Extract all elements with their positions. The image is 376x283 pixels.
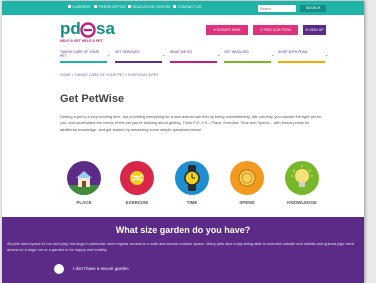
category-knowledge-label: KNOWLEDGE xyxy=(287,200,317,205)
question-body: All pets need space to run and play, but… xyxy=(7,241,354,252)
heart-icon: ♥ xyxy=(213,28,216,32)
chevron-down-icon: ⌄ xyxy=(107,52,111,57)
signup-button-label: SIGN UP xyxy=(309,28,324,32)
logo-text-right: sa xyxy=(96,19,115,38)
nav-get-involved-underline xyxy=(224,61,271,63)
nav-get-involved[interactable]: GET INVOLVED ⌄ xyxy=(224,50,274,64)
nav-what-we-do-label: WHAT WE DO xyxy=(170,50,193,54)
education-centre-link[interactable]: EDUCATION CENTRE xyxy=(128,5,171,9)
nav-what-we-do-underline xyxy=(170,61,217,63)
logo-text-left: pd xyxy=(60,19,81,38)
mail-icon: ✉ xyxy=(305,28,309,32)
time-circle[interactable] xyxy=(175,161,209,195)
logo-paw-icon xyxy=(80,22,96,38)
search-input[interactable] xyxy=(258,5,296,12)
nav-shop-label: SHOP WITH PDSA xyxy=(278,50,308,54)
question-section: What size garden do you have? All pets n… xyxy=(2,217,364,283)
donate-button-label: DONATE NOW xyxy=(216,28,241,32)
nav-vet-services-underline xyxy=(115,61,162,63)
nav-vet-services[interactable]: VET SERVICES ⌄ xyxy=(115,50,165,64)
category-place[interactable]: PLACE xyxy=(64,161,104,209)
careers-link-label[interactable]: CAREERS xyxy=(73,5,91,9)
category-exercise-label: EXERCISE xyxy=(125,200,149,205)
press-icon xyxy=(94,5,97,8)
question-title: What size garden do you have? xyxy=(115,225,251,235)
contact-us-link-label[interactable]: CONTACT US xyxy=(178,5,202,9)
coin-icon xyxy=(238,169,256,187)
chevron-down-icon: ⌄ xyxy=(271,52,275,57)
nav-taking-care[interactable]: TAKING CARE OF YOUR PET ⌄ xyxy=(60,50,110,64)
contact-icon xyxy=(173,5,176,8)
nav-taking-care-underline xyxy=(60,61,107,63)
nav-taking-care-label: TAKING CARE OF YOUR PET xyxy=(60,50,100,58)
answer-option-label[interactable]: I don't have a secure garden xyxy=(73,266,129,271)
exercise-circle[interactable] xyxy=(120,161,154,195)
spend-circle[interactable] xyxy=(230,161,264,195)
education-centre-link-label[interactable]: EDUCATION CENTRE xyxy=(133,5,171,9)
watch-icon xyxy=(184,165,200,191)
careers-icon xyxy=(68,5,71,8)
nav-shop[interactable]: SHOP WITH PDSA ⌄ xyxy=(278,50,328,64)
chevron-down-icon: ⌄ xyxy=(325,52,329,57)
lightbulb-icon xyxy=(291,165,313,187)
education-icon xyxy=(128,5,131,8)
chevron-down-icon: ⌄ xyxy=(162,52,166,57)
signup-button[interactable]: ✉ SIGN UP xyxy=(303,25,326,35)
ball-icon xyxy=(130,171,144,185)
radio-button[interactable] xyxy=(54,264,64,274)
nav-what-we-do[interactable]: WHAT WE DO ⌄ xyxy=(170,50,220,64)
donate-button[interactable]: ♥ DONATE NOW xyxy=(206,25,248,35)
find-pdsa-button-label: FIND OUR PDSA xyxy=(263,28,291,32)
chevron-down-icon: ⌄ xyxy=(217,52,221,57)
location-icon: ⚲ xyxy=(260,28,263,32)
category-time-label: TIME xyxy=(186,200,198,205)
nav-vet-services-label: VET SERVICES xyxy=(115,50,140,54)
house-icon xyxy=(67,171,101,195)
find-pdsa-button[interactable]: ⚲ FIND OUR PDSA xyxy=(253,25,298,35)
knowledge-circle[interactable] xyxy=(285,161,319,195)
search-button[interactable]: SEARCH xyxy=(300,5,326,12)
category-spend[interactable]: SPEND xyxy=(227,161,267,209)
intro-text: Getting a pet is a very exciting time, b… xyxy=(60,114,322,132)
contact-us-link[interactable]: CONTACT US xyxy=(173,5,202,9)
nav-shop-underline xyxy=(278,61,325,63)
place-circle[interactable] xyxy=(67,161,101,195)
category-spend-label: SPEND xyxy=(239,200,255,205)
category-knowledge[interactable]: KNOWLEDGE xyxy=(282,161,322,209)
category-place-label: PLACE xyxy=(76,200,92,205)
page-title: Get PetWise xyxy=(60,93,125,105)
press-office-link-label[interactable]: PRESS OFFICE xyxy=(99,5,127,9)
logo-tagline: HELP A VET HELP A PET xyxy=(60,39,103,43)
top-utility-bar: CAREERS PRESS OFFICE EDUCATION CENTRE CO… xyxy=(2,1,364,15)
nav-get-involved-label: GET INVOLVED xyxy=(224,50,249,54)
press-office-link[interactable]: PRESS OFFICE xyxy=(94,5,126,9)
pdsa-logo[interactable]: pd sa HELP A VET HELP A PET xyxy=(60,20,120,48)
page: CAREERS PRESS OFFICE EDUCATION CENTRE CO… xyxy=(2,1,364,283)
category-time[interactable]: TIME xyxy=(172,161,212,209)
category-exercise[interactable]: EXERCISE xyxy=(117,161,157,209)
breadcrumb[interactable]: HOME > TAKING CARE OF YOUR PET > EVERYDA… xyxy=(60,73,158,77)
careers-link[interactable]: CAREERS xyxy=(68,5,91,9)
